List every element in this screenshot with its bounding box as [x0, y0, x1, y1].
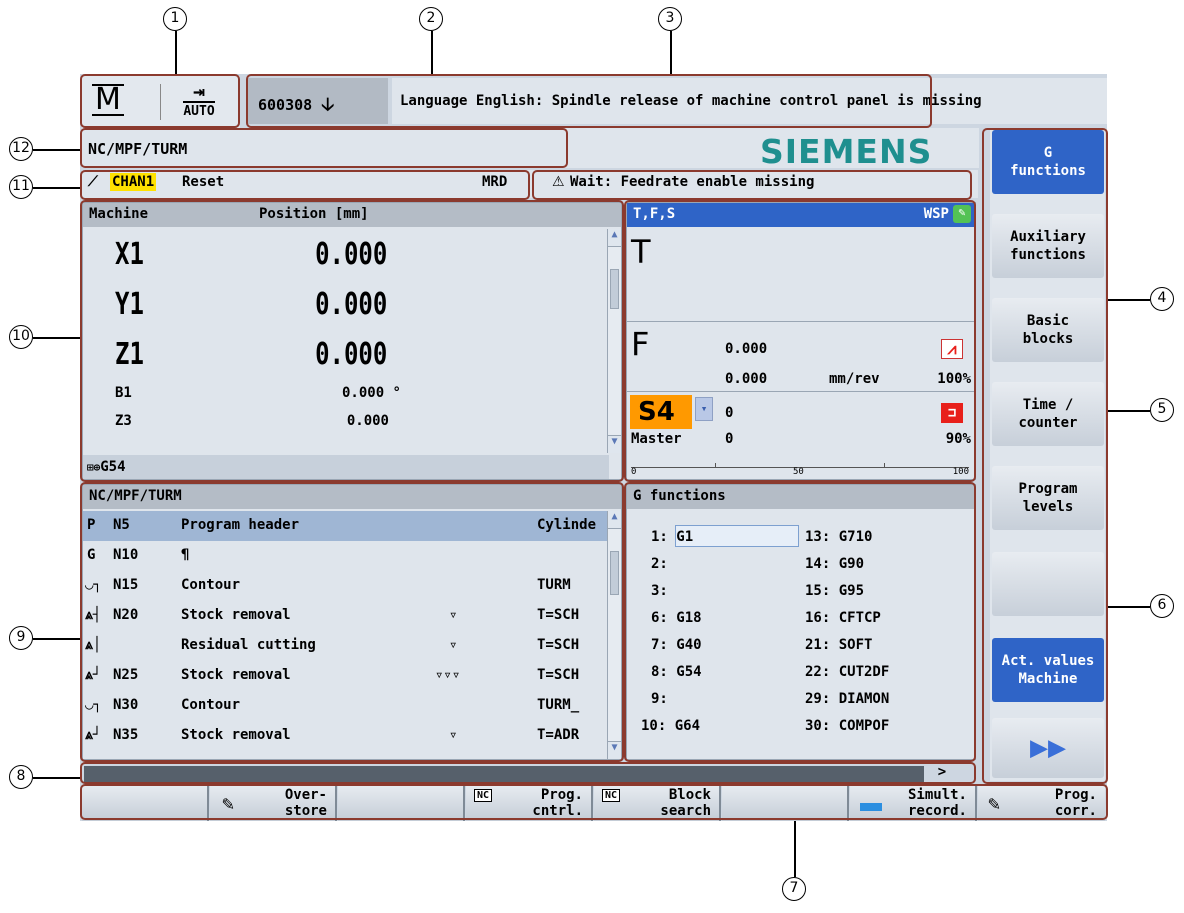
callout-4: 4	[1150, 287, 1174, 311]
callout-11: 11	[9, 175, 33, 199]
frame-gfunctions	[624, 482, 976, 762]
frame-path	[80, 128, 568, 168]
frame-channel	[80, 170, 530, 200]
callout-6: 6	[1150, 594, 1174, 618]
callout-7: 7	[782, 877, 806, 901]
frame-tfs	[624, 200, 976, 482]
callout-1: 1	[163, 7, 187, 31]
callout-line	[33, 638, 83, 640]
frame-vsoftkeys	[982, 128, 1108, 784]
frame-message	[532, 170, 972, 200]
callout-12: 12	[9, 137, 33, 161]
siemens-logo: SIEMENS	[760, 132, 933, 171]
frame-mode	[80, 74, 240, 128]
callout-10: 10	[9, 325, 33, 349]
frame-hsoftkeys	[80, 784, 1108, 820]
callout-2: 2	[419, 7, 443, 31]
frame-position	[80, 200, 624, 482]
frame-alarm	[246, 74, 932, 128]
callout-3: 3	[658, 7, 682, 31]
callout-8: 8	[9, 765, 33, 789]
frame-dialog	[80, 762, 976, 784]
callout-5: 5	[1150, 398, 1174, 422]
frame-program	[80, 482, 624, 762]
callout-line	[794, 815, 796, 877]
callout-line	[175, 31, 177, 77]
callout-9: 9	[9, 626, 33, 650]
